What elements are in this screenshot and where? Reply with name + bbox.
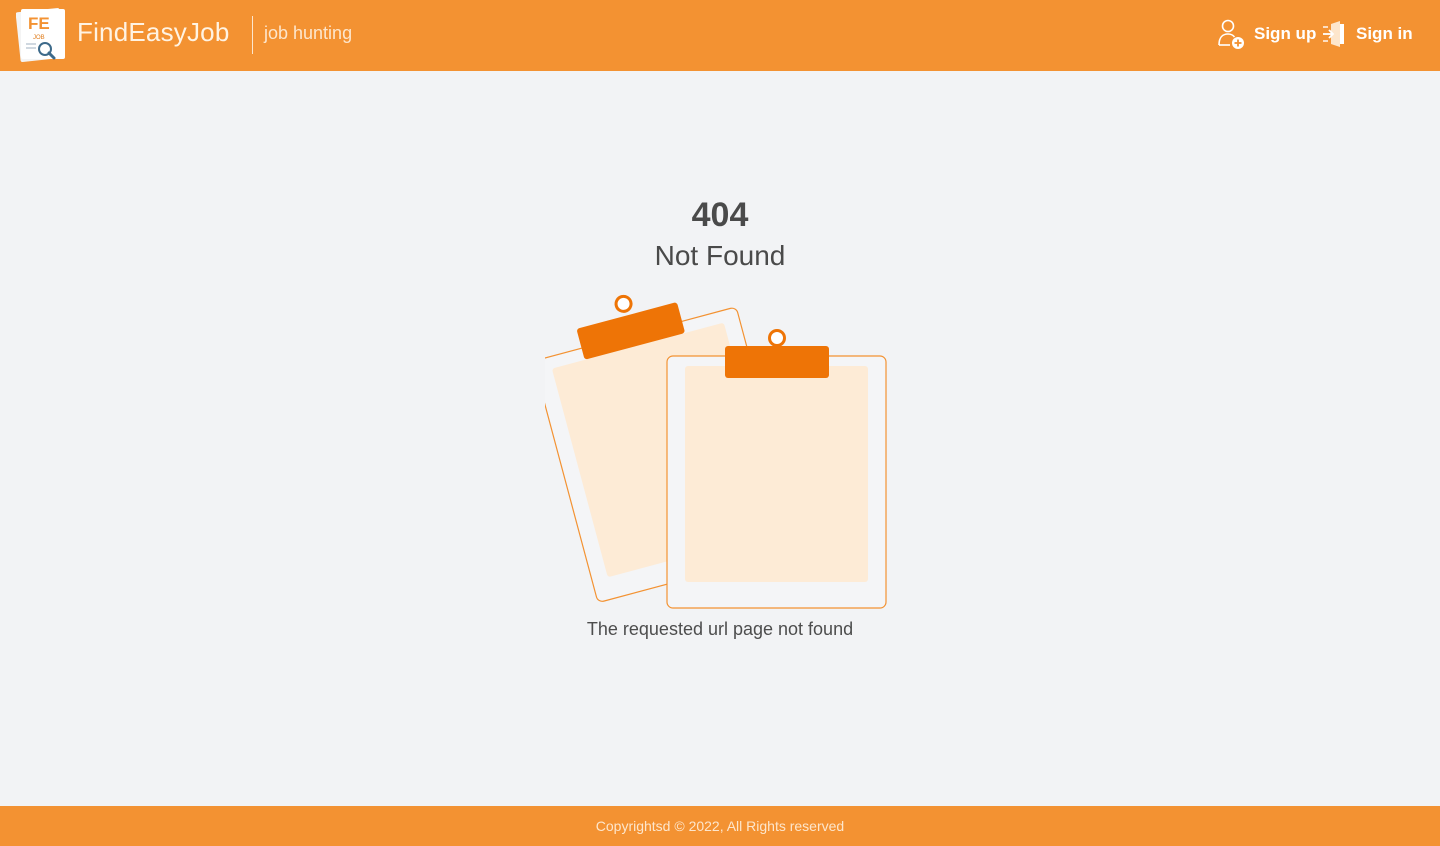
sign-in-button[interactable]: Sign in xyxy=(1322,16,1413,52)
logo-subtext: JOB xyxy=(33,35,45,41)
sign-up-label: Sign up xyxy=(1254,24,1317,43)
sign-in-door-icon xyxy=(1322,19,1348,49)
brand-divider xyxy=(252,16,253,54)
findeasyjob-logo[interactable]: FE JOB xyxy=(15,7,68,63)
brand-name[interactable]: FindEasyJob xyxy=(77,17,230,48)
clipboard-illustration xyxy=(534,282,895,612)
front-clipboard xyxy=(666,329,887,609)
brand-tagline: job hunting xyxy=(264,23,353,43)
logo-letters: FE xyxy=(28,14,50,33)
error-code: 404 xyxy=(691,196,749,234)
header: FE JOB FindEasyJob job hunting Sign up S… xyxy=(0,0,1440,71)
sign-in-label: Sign in xyxy=(1356,24,1413,43)
add-user-icon xyxy=(1216,18,1246,50)
error-title: Not Found xyxy=(654,240,786,271)
copyright-text: Copyrightsd © 2022, All Rights reserved xyxy=(595,818,845,834)
sign-up-button[interactable]: Sign up xyxy=(1216,16,1316,52)
error-message: The requested url page not found xyxy=(586,619,854,639)
footer: Copyrightsd © 2022, All Rights reserved xyxy=(0,806,1440,846)
